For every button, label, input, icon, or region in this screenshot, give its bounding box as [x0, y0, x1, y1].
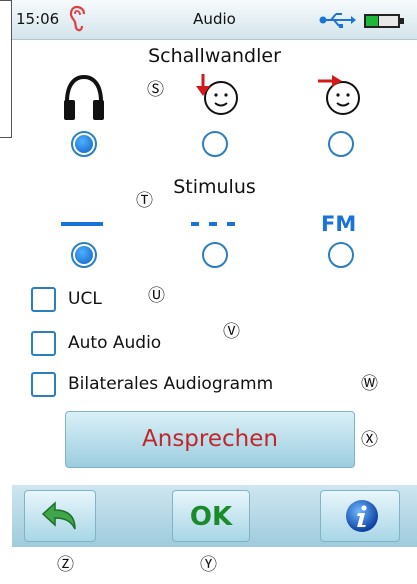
stimulus-radio-dashed[interactable]: [202, 242, 228, 268]
transducer-title: Schallwandler: [148, 45, 281, 67]
free-field-face-icon[interactable]: [315, 72, 363, 120]
battery-icon: [364, 14, 404, 28]
ok-marker: Ⓨ: [200, 555, 217, 575]
ok-label: OK: [189, 502, 233, 532]
back-marker: Ⓩ: [57, 555, 74, 575]
solid-line-icon[interactable]: [61, 222, 103, 226]
transducer-marker: Ⓢ: [147, 80, 164, 100]
transducer-radio-freefield[interactable]: [328, 131, 354, 157]
bilateral-audiogram-label: Bilaterales Audiogramm: [68, 374, 274, 394]
status-title: Audio: [193, 10, 236, 28]
stimulus-radio-fm[interactable]: [328, 242, 354, 268]
device-screen: 15:06 Audio Schallwandler Ⓢ Stimulus Ⓣ F…: [12, 0, 417, 547]
left-frame-edge: [0, 0, 12, 138]
ucl-label: UCL: [68, 289, 102, 309]
bilateral-audiogram-marker: Ⓦ: [361, 374, 378, 394]
transducer-radio-headphones[interactable]: [71, 131, 97, 157]
back-arrow-icon: [41, 501, 76, 530]
respond-button[interactable]: Ansprechen: [65, 411, 355, 468]
usb-icon: [319, 13, 356, 28]
headphones-icon[interactable]: [61, 72, 107, 122]
bilateral-audiogram-checkbox[interactable]: [31, 372, 56, 397]
info-icon: [346, 500, 378, 532]
auto-audio-label: Auto Audio: [68, 333, 162, 353]
auto-audio-checkbox[interactable]: [31, 331, 56, 356]
info-button[interactable]: [320, 490, 400, 542]
status-bar: 15:06 Audio: [12, 0, 417, 40]
back-button[interactable]: [24, 490, 96, 542]
ucl-checkbox[interactable]: [31, 287, 56, 312]
stimulus-title: Stimulus: [173, 176, 256, 198]
fm-icon[interactable]: FM: [321, 212, 356, 236]
respond-marker: Ⓧ: [361, 430, 378, 450]
auto-audio-marker: Ⓥ: [223, 322, 240, 342]
ucl-marker: Ⓤ: [148, 286, 165, 306]
ok-button[interactable]: OK: [172, 490, 250, 542]
stimulus-radio-solid[interactable]: [71, 242, 97, 268]
transducer-radio-bone[interactable]: [202, 131, 228, 157]
bone-conduction-face-icon[interactable]: [193, 72, 241, 120]
stimulus-marker: Ⓣ: [136, 191, 153, 211]
